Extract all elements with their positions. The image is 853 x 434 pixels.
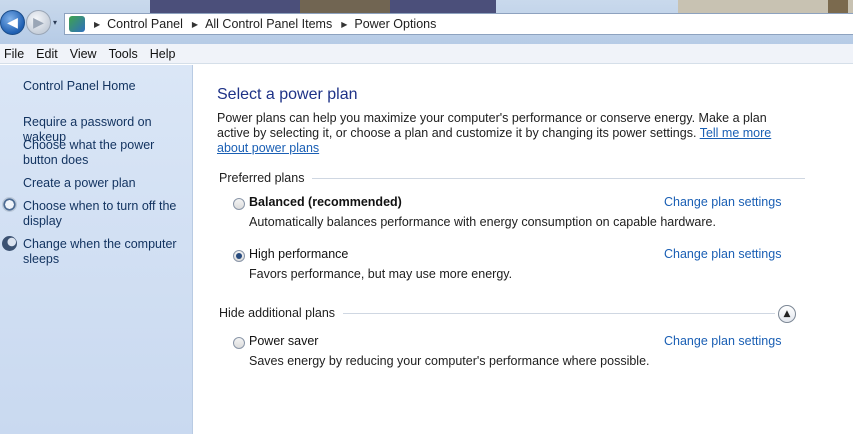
menu-tools[interactable]: Tools (103, 47, 144, 61)
sidebar-item-create-plan[interactable]: Create a power plan (23, 176, 191, 191)
menu-edit[interactable]: Edit (30, 47, 64, 61)
sidebar-item-power-button[interactable]: Choose what the power button does (23, 138, 191, 168)
chevron-up-icon: ▲ (783, 309, 791, 319)
additional-plans-group: Hide additional plans (219, 306, 776, 320)
group-divider (343, 312, 776, 314)
breadcrumb-separator[interactable]: ▶ (341, 20, 347, 29)
sidebar-item-turn-off-display[interactable]: Choose when to turn off the display (23, 199, 191, 229)
preferred-plans-group: Preferred plans (219, 171, 806, 185)
group-divider (312, 177, 806, 179)
hide-additional-plans-label[interactable]: Hide additional plans (219, 306, 335, 320)
page-title: Select a power plan (217, 86, 358, 103)
sleep-moon-icon (2, 236, 17, 251)
sidebar-item-control-panel-home[interactable]: Control Panel Home (23, 79, 191, 94)
radio-high-performance[interactable] (233, 250, 245, 262)
breadcrumb-control-panel[interactable]: Control Panel (107, 17, 183, 31)
change-plan-settings-high-performance[interactable]: Change plan settings (664, 247, 781, 261)
forward-button[interactable]: ▶ (26, 10, 51, 35)
plan-name-balanced[interactable]: Balanced (recommended) (249, 195, 402, 209)
preferred-plans-heading: Preferred plans (219, 171, 305, 185)
radio-power-saver[interactable] (233, 337, 245, 349)
intro-body: Power plans can help you maximize your c… (217, 111, 767, 140)
plan-desc-balanced: Automatically balances performance with … (249, 215, 716, 229)
collapse-button[interactable]: ▲ (778, 305, 796, 323)
change-plan-settings-power-saver[interactable]: Change plan settings (664, 334, 781, 348)
recent-pages-button[interactable]: ▾ (53, 18, 62, 27)
chevron-down-icon: ▾ (53, 18, 58, 27)
menu-view[interactable]: View (64, 47, 103, 61)
window-background-decoration (150, 0, 496, 14)
main-content: Select a power plan Power plans can help… (194, 65, 853, 434)
plan-name-power-saver[interactable]: Power saver (249, 334, 318, 348)
control-panel-icon (69, 16, 85, 32)
back-arrow-icon: ◀ (7, 14, 18, 31)
forward-arrow-icon: ▶ (33, 14, 44, 31)
menu-help[interactable]: Help (144, 47, 182, 61)
breadcrumb-separator[interactable]: ▶ (94, 20, 100, 29)
title-bar: ◀ ▶ ▾ ▶ Control Panel ▶ All Control Pane… (0, 0, 853, 44)
breadcrumb-power-options[interactable]: Power Options (354, 17, 436, 31)
breadcrumb-all-items[interactable]: All Control Panel Items (205, 17, 332, 31)
menu-file[interactable]: File (0, 47, 30, 61)
change-plan-settings-balanced[interactable]: Change plan settings (664, 195, 781, 209)
display-clock-icon (2, 197, 17, 212)
plan-desc-power-saver: Saves energy by reducing your computer's… (249, 354, 650, 368)
plan-desc-high-performance: Favors performance, but may use more ene… (249, 267, 513, 281)
plan-name-high-performance[interactable]: High performance (249, 247, 348, 261)
back-button[interactable]: ◀ (0, 10, 25, 35)
sidebar-item-computer-sleeps[interactable]: Change when the computer sleeps (23, 237, 191, 267)
address-bar[interactable]: ▶ Control Panel ▶ All Control Panel Item… (64, 13, 853, 35)
menu-bar: File Edit View Tools Help (0, 44, 853, 64)
intro-text: Power plans can help you maximize your c… (217, 111, 802, 156)
radio-balanced[interactable] (233, 198, 245, 210)
breadcrumb-separator[interactable]: ▶ (192, 20, 198, 29)
task-pane: Control Panel Home Require a password on… (0, 65, 193, 434)
